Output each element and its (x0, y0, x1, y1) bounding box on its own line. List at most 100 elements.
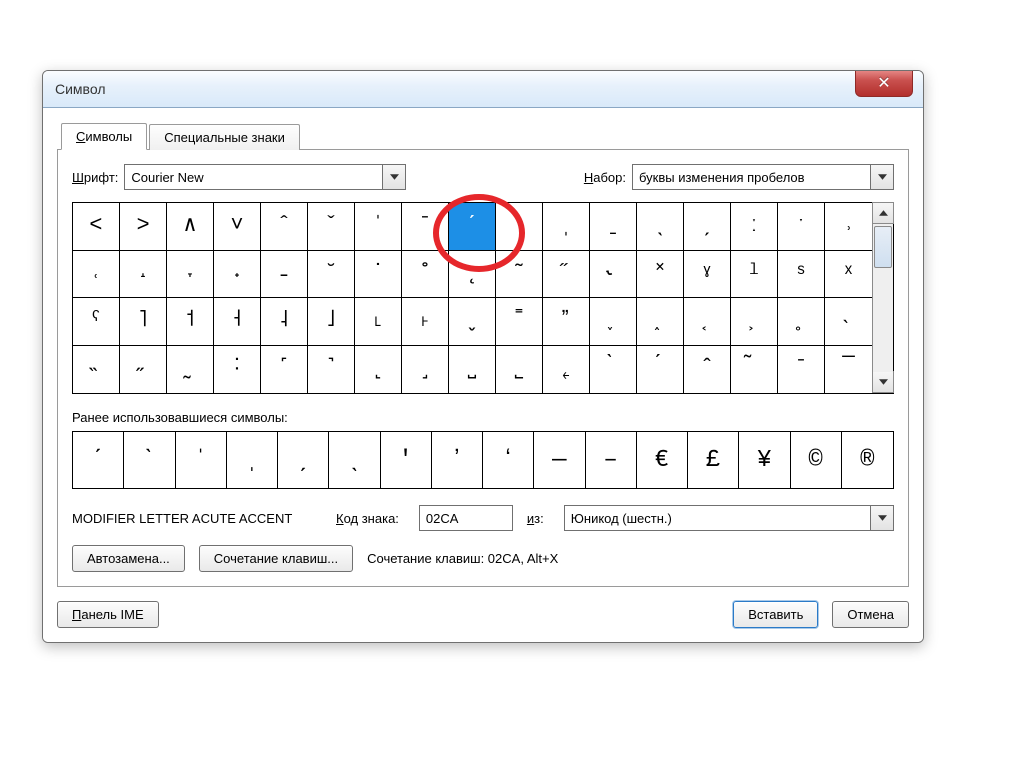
symbol-cell[interactable]: ˧ (214, 298, 261, 346)
symbol-cell[interactable]: ˊ (449, 203, 496, 251)
symbol-cell[interactable]: ˲ (731, 298, 778, 346)
symbol-cell[interactable]: ˍ (590, 203, 637, 251)
scroll-up-button[interactable] (872, 202, 894, 224)
tab-symbols[interactable]: Символы (61, 123, 147, 150)
symbol-cell[interactable]: ˗ (261, 251, 308, 299)
symbol-cell[interactable]: ˡ (731, 251, 778, 299)
symbol-cell[interactable]: ː (731, 203, 778, 251)
symbol-cell[interactable]: ˜ (496, 251, 543, 299)
symbol-cell[interactable]: ˿ (543, 346, 590, 394)
subset-combo[interactable] (632, 164, 894, 190)
recent-cell[interactable]: ® (842, 432, 893, 488)
recent-cell[interactable]: ˊ (73, 432, 124, 488)
scroll-thumb[interactable] (874, 226, 892, 268)
autocorrect-button[interactable]: Автозамена... (72, 545, 185, 572)
recent-cell[interactable]: € (637, 432, 688, 488)
symbol-cell[interactable]: ˩ (308, 298, 355, 346)
symbol-cell[interactable]: ˶ (120, 346, 167, 394)
symbol-cell[interactable]: ˢ (778, 251, 825, 299)
symbol-cell[interactable]: ˽ (449, 346, 496, 394)
recent-cell[interactable]: ˎ (329, 432, 380, 488)
symbol-cell[interactable]: ˏ (684, 203, 731, 251)
recent-cell[interactable]: ˏ (278, 432, 329, 488)
symbol-cell[interactable]: ˱ (684, 298, 731, 346)
shortcut-button[interactable]: Сочетание клавиш... (199, 545, 353, 572)
ime-panel-button[interactable]: Панель IME (57, 601, 159, 628)
symbol-cell[interactable]: ˭ (496, 298, 543, 346)
close-button[interactable]: ✕ (855, 70, 913, 97)
symbol-cell[interactable]: ˳ (778, 298, 825, 346)
symbol-cell[interactable]: ˸ (214, 346, 261, 394)
symbol-cell[interactable]: ˌ (543, 203, 590, 251)
symbol-cell[interactable]: ˚ (402, 251, 449, 299)
symbol-cell[interactable]: ˦ (167, 298, 214, 346)
symbol-cell[interactable]: ̃ (731, 346, 778, 394)
symbol-cell[interactable]: ̀ (590, 346, 637, 394)
symbol-cell[interactable]: ̅ (825, 346, 872, 394)
from-input[interactable] (565, 506, 870, 530)
symbol-cell[interactable]: ˷ (167, 346, 214, 394)
subset-dropdown-arrow[interactable] (870, 165, 893, 189)
subset-input[interactable] (633, 165, 870, 189)
symbol-cell[interactable]: ˹ (261, 346, 308, 394)
recent-cell[interactable]: ʼ (432, 432, 483, 488)
symbol-cell[interactable]: ∧ (167, 203, 214, 251)
symbol-cell[interactable]: ˰ (637, 298, 684, 346)
symbol-cell[interactable]: ˴ (825, 298, 872, 346)
recent-cell[interactable]: ˌ (227, 432, 278, 488)
symbol-cell[interactable]: ˾ (496, 346, 543, 394)
symbol-cell[interactable]: ˤ (73, 298, 120, 346)
recent-cell[interactable]: ˈ (176, 432, 227, 488)
symbol-cell[interactable]: ˯ (590, 298, 637, 346)
font-combo[interactable] (124, 164, 406, 190)
insert-button[interactable]: Вставить (733, 601, 818, 628)
symbol-cell[interactable]: ˉ (402, 203, 449, 251)
symbol-cell[interactable]: ˵ (73, 346, 120, 394)
recent-cell[interactable]: ˋ (124, 432, 175, 488)
recent-cell[interactable]: – (586, 432, 637, 488)
symbol-cell[interactable]: ˕ (167, 251, 214, 299)
symbol-cell[interactable]: ̂ (684, 346, 731, 394)
symbol-cell[interactable]: ˨ (261, 298, 308, 346)
symbol-cell[interactable]: ˋ (496, 203, 543, 251)
recent-cell[interactable]: ʻ (483, 432, 534, 488)
symbol-cell[interactable]: ˪ (355, 298, 402, 346)
font-input[interactable] (125, 165, 382, 189)
symbol-cell[interactable]: ̄ (778, 346, 825, 394)
symbol-cell[interactable]: ˖ (214, 251, 261, 299)
tab-special-chars[interactable]: Специальные знаки (149, 124, 300, 150)
symbol-cell[interactable]: ́ (637, 346, 684, 394)
symbol-cell[interactable]: ˎ (637, 203, 684, 251)
symbol-cell[interactable]: ˆ (261, 203, 308, 251)
symbol-cell[interactable]: ˇ (308, 203, 355, 251)
symbol-cell[interactable]: ˅ (214, 203, 261, 251)
symbol-cell[interactable]: ˂ (73, 203, 120, 251)
symbol-cell[interactable]: ˠ (684, 251, 731, 299)
symbol-cell[interactable]: ˬ (449, 298, 496, 346)
recent-cell[interactable]: £ (688, 432, 739, 488)
symbol-cell[interactable]: ˛ (449, 251, 496, 299)
recent-cell[interactable]: ¥ (739, 432, 790, 488)
symbol-cell[interactable]: ˞ (590, 251, 637, 299)
scroll-down-button[interactable] (872, 371, 894, 393)
symbol-cell[interactable]: ˼ (402, 346, 449, 394)
symbol-cell[interactable]: ˒ (825, 203, 872, 251)
symbol-cell[interactable]: ˓ (73, 251, 120, 299)
symbol-cell[interactable]: ˫ (402, 298, 449, 346)
recent-cell[interactable]: ʹ (381, 432, 432, 488)
scroll-track[interactable] (873, 224, 893, 372)
font-dropdown-arrow[interactable] (382, 165, 405, 189)
symbol-cell[interactable]: ˥ (120, 298, 167, 346)
code-input[interactable] (419, 505, 513, 531)
from-combo[interactable] (564, 505, 894, 531)
symbol-cell[interactable]: ˝ (543, 251, 590, 299)
symbol-cell[interactable]: ˟ (637, 251, 684, 299)
symbol-cell[interactable]: ˃ (120, 203, 167, 251)
symbol-cell[interactable]: ˔ (120, 251, 167, 299)
recent-cell[interactable]: © (791, 432, 842, 488)
from-dropdown-arrow[interactable] (870, 506, 893, 530)
symbol-cell[interactable]: ˙ (355, 251, 402, 299)
symbol-cell[interactable]: ˘ (308, 251, 355, 299)
symbol-cell[interactable]: ˺ (308, 346, 355, 394)
symbol-cell[interactable]: ˣ (825, 251, 872, 299)
